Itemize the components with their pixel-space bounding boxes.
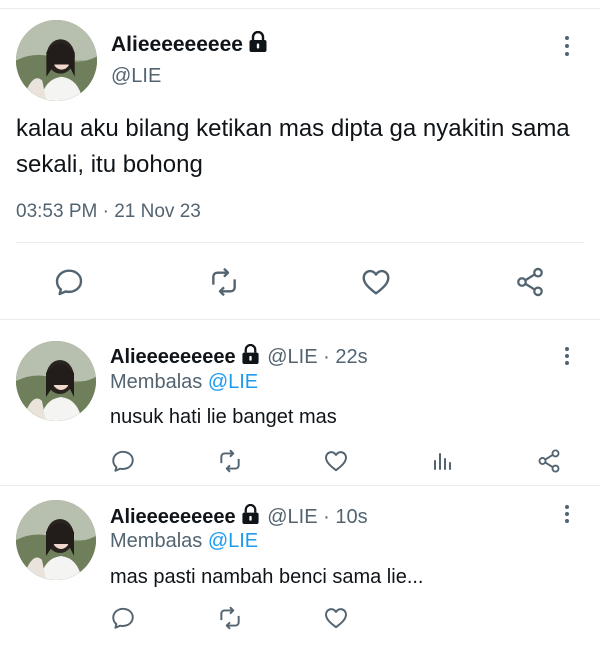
avatar[interactable] [16, 500, 96, 580]
display-name-text: Alieeeeeeeee [110, 346, 236, 368]
analytics-icon [430, 449, 454, 473]
avatar[interactable] [16, 20, 97, 101]
replying-to-link[interactable]: @LIE [208, 371, 258, 393]
replying-prefix: Membalas [110, 371, 203, 393]
like-button[interactable] [357, 263, 395, 301]
divider [0, 485, 600, 486]
like-icon [360, 266, 392, 298]
reply-icon [53, 266, 85, 298]
handle-time: @LIE · 10s [267, 506, 368, 528]
display-name-text: Alieeeeeeeee [110, 506, 236, 528]
share-button[interactable] [534, 446, 564, 476]
retweet-icon [208, 266, 240, 298]
divider [16, 242, 584, 243]
retweet-button[interactable] [215, 446, 245, 476]
lock-icon [248, 31, 268, 59]
display-name[interactable]: Alieeeeeeeee @LIE · 22s [110, 344, 368, 371]
reply-icon [110, 448, 136, 474]
reply-button[interactable] [50, 263, 88, 301]
replying-to-link[interactable]: @LIE [208, 530, 258, 552]
display-name[interactable]: Alieeeeeeeee [111, 31, 268, 59]
replying-to: Membalas @LIE [110, 530, 258, 553]
tweet-timestamp[interactable]: 03:53 PM · 21 Nov 23 [16, 201, 201, 223]
reply-icon [110, 605, 136, 631]
display-name[interactable]: Alieeeeeeeee @LIE · 10s [110, 504, 368, 531]
lock-icon [241, 504, 260, 531]
retweet-button[interactable] [205, 263, 243, 301]
user-handle[interactable]: @LIE [111, 65, 161, 88]
share-icon [536, 448, 562, 474]
retweet-icon [217, 605, 243, 631]
avatar[interactable] [16, 341, 96, 421]
reply-text: nusuk hati lie banget mas [110, 406, 337, 428]
replying-prefix: Membalas [110, 530, 203, 552]
like-icon [323, 448, 349, 474]
display-name-text: Alieeeeeeeee [111, 33, 243, 56]
more-icon[interactable] [557, 505, 577, 523]
handle-time: @LIE · 22s [267, 346, 368, 368]
divider [0, 319, 600, 320]
reply-text: mas pasti nambah benci sama lie... [110, 566, 424, 588]
retweet-icon [217, 448, 243, 474]
share-button[interactable] [511, 263, 549, 301]
reply-button[interactable] [108, 446, 138, 476]
retweet-button[interactable] [215, 603, 245, 633]
lock-icon [241, 344, 260, 371]
replying-to: Membalas @LIE [110, 371, 258, 394]
tweet-text: kalau aku bilang ketikan mas dipta ga ny… [16, 115, 570, 178]
more-icon[interactable] [557, 347, 577, 365]
reply-button[interactable] [108, 603, 138, 633]
more-icon[interactable] [557, 36, 577, 56]
like-button[interactable] [321, 603, 351, 633]
top-divider [0, 8, 600, 9]
share-icon [514, 266, 546, 298]
analytics-button[interactable] [427, 446, 457, 476]
like-icon [323, 605, 349, 631]
like-button[interactable] [321, 446, 351, 476]
